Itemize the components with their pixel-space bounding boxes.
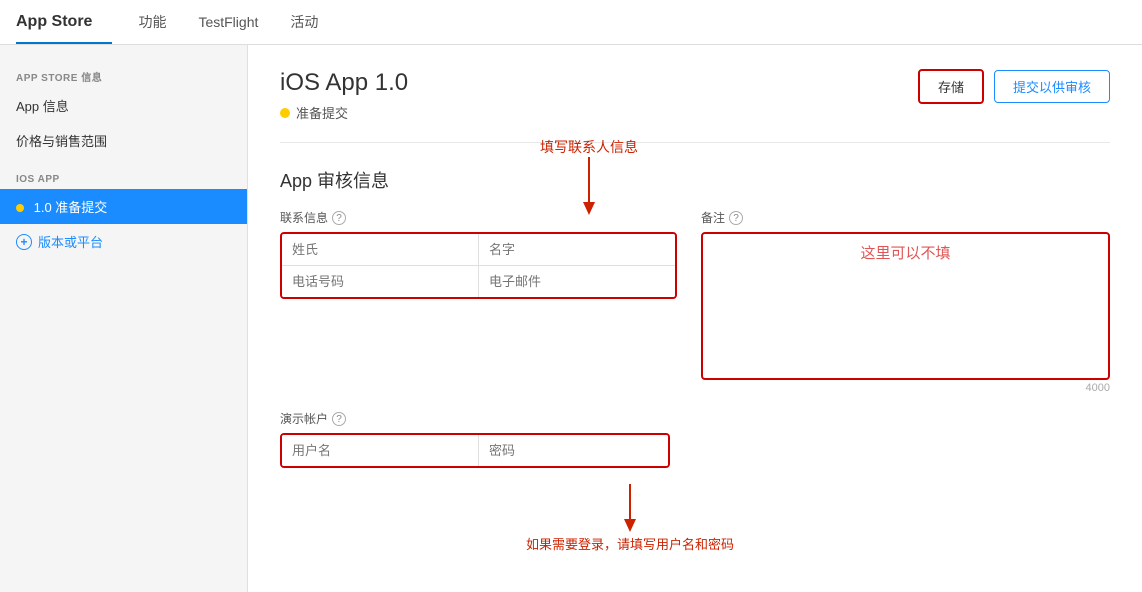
main-content: iOS App 1.0 准备提交 存储 提交以供审核 App 审核信息 填写联系… [248, 45, 1142, 592]
demo-row-wrapper: 演示帐户 ? 如果需要登录，请填写用户名和密码 [280, 410, 1110, 468]
status-row: 准备提交 [280, 103, 408, 122]
submit-button[interactable]: 提交以供审核 [994, 70, 1110, 103]
contact-fields-bottom [282, 266, 675, 297]
lastname-input[interactable] [282, 234, 478, 265]
sidebar-add-version[interactable]: + 版本或平台 [0, 224, 247, 259]
remarks-group: 备注 ? 4000 [701, 209, 1110, 394]
remarks-label: 备注 ? [701, 209, 1110, 226]
review-section-wrapper: App 审核信息 填写联系人信息 联系信息 ? [280, 167, 1110, 568]
contact-question-mark[interactable]: ? [332, 211, 346, 225]
sidebar-item-appinfo[interactable]: App 信息 [0, 88, 247, 123]
sidebar-section-appstore: APP STORE 信息 [0, 61, 247, 88]
password-input[interactable] [478, 435, 670, 466]
sidebar-item-pricing-label: 价格与销售范围 [16, 134, 107, 149]
app-title: iOS App 1.0 [280, 69, 408, 97]
nav-title[interactable]: App Store [16, 13, 112, 31]
firstname-input[interactable] [478, 234, 675, 265]
remarks-textarea[interactable] [701, 232, 1110, 380]
status-dot [280, 108, 290, 118]
email-input[interactable] [478, 266, 675, 297]
sidebar: APP STORE 信息 App 信息 价格与销售范围 iOS APP 1.0 … [0, 45, 248, 592]
demo-label-text: 演示帐户 [280, 410, 328, 427]
remarks-label-text: 备注 [701, 209, 725, 226]
sidebar-item-appinfo-label: App 信息 [16, 99, 69, 114]
sidebar-add-label: 版本或平台 [38, 232, 103, 251]
sidebar-section-iosapp: iOS APP [0, 158, 247, 189]
contact-fields-box [280, 232, 677, 299]
demo-fields-box [280, 433, 670, 468]
main-layout: APP STORE 信息 App 信息 价格与销售范围 iOS APP 1.0 … [0, 45, 1142, 592]
form-row-contact: 联系信息 ? [280, 209, 1110, 394]
contact-fields-top [282, 234, 675, 266]
contact-label-text: 联系信息 [280, 209, 328, 226]
remarks-question-mark[interactable]: ? [729, 211, 743, 225]
header-buttons: 存储 提交以供审核 [918, 69, 1110, 104]
remarks-count: 4000 [701, 382, 1110, 394]
sidebar-item-pricing[interactable]: 价格与销售范围 [0, 123, 247, 158]
nav-item-features[interactable]: 功能 [138, 12, 166, 32]
add-circle-icon: + [16, 234, 32, 250]
top-nav: App Store 功能 TestFlight 活动 [0, 0, 1142, 45]
demo-account-group: 演示帐户 ? [280, 410, 670, 468]
nav-item-testflight[interactable]: TestFlight [198, 14, 258, 30]
contact-info-group: 联系信息 ? [280, 209, 677, 394]
demo-label: 演示帐户 ? [280, 410, 670, 427]
username-input[interactable] [282, 435, 478, 466]
app-header: iOS App 1.0 准备提交 存储 提交以供审核 [280, 69, 1110, 143]
contact-label: 联系信息 ? [280, 209, 677, 226]
app-info: iOS App 1.0 准备提交 [280, 69, 408, 122]
demo-question-mark[interactable]: ? [332, 412, 346, 426]
annotation-spacer [280, 468, 1110, 568]
nav-item-activities[interactable]: 活动 [290, 12, 318, 32]
status-dot-yellow [16, 204, 24, 212]
sidebar-item-version[interactable]: 1.0 准备提交 [0, 189, 247, 224]
phone-input[interactable] [282, 266, 478, 297]
review-section-title: App 审核信息 [280, 167, 1110, 193]
save-button[interactable]: 存储 [918, 69, 984, 104]
status-text: 准备提交 [296, 103, 348, 122]
sidebar-item-version-label: 1.0 准备提交 [34, 200, 108, 215]
